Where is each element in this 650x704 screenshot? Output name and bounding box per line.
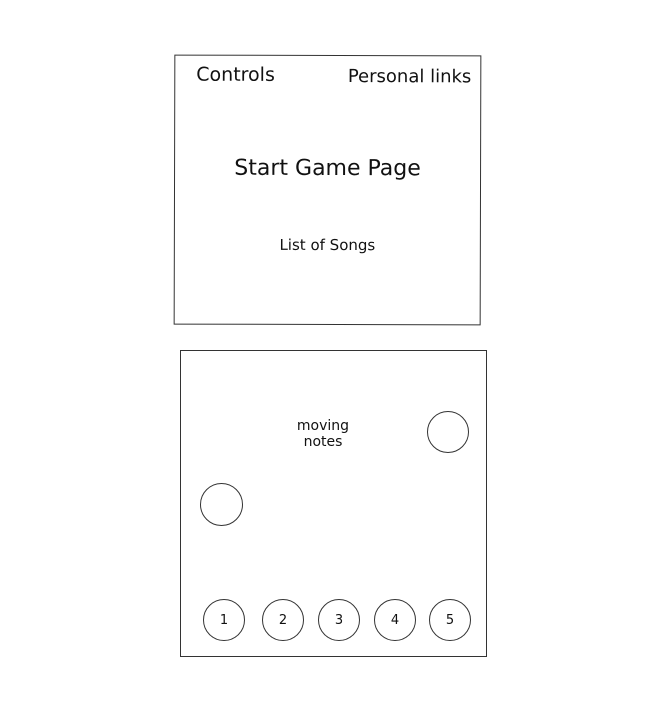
start-game-page-frame: Controls Personal links Start Game Page … — [173, 54, 482, 326]
falling-note-circle — [200, 483, 243, 526]
note-key-5[interactable]: 5 — [429, 599, 471, 641]
note-key-4[interactable]: 4 — [374, 599, 416, 641]
controls-link[interactable]: Controls — [196, 64, 275, 86]
note-key-1[interactable]: 1 — [203, 599, 245, 641]
note-key-3[interactable]: 3 — [318, 599, 360, 641]
moving-notes-label: moving notes — [281, 418, 365, 450]
game-page-frame: moving notes 1 2 3 4 5 — [180, 350, 487, 657]
page-title: Start Game Page — [234, 155, 421, 182]
note-key-2[interactable]: 2 — [262, 599, 304, 641]
falling-note-circle — [427, 411, 469, 453]
moving-notes-line-1: moving — [296, 418, 350, 434]
personal-links-link[interactable]: Personal links — [348, 66, 472, 87]
song-list[interactable]: List of Songs — [175, 236, 480, 255]
moving-notes-line-2: notes — [303, 434, 343, 450]
